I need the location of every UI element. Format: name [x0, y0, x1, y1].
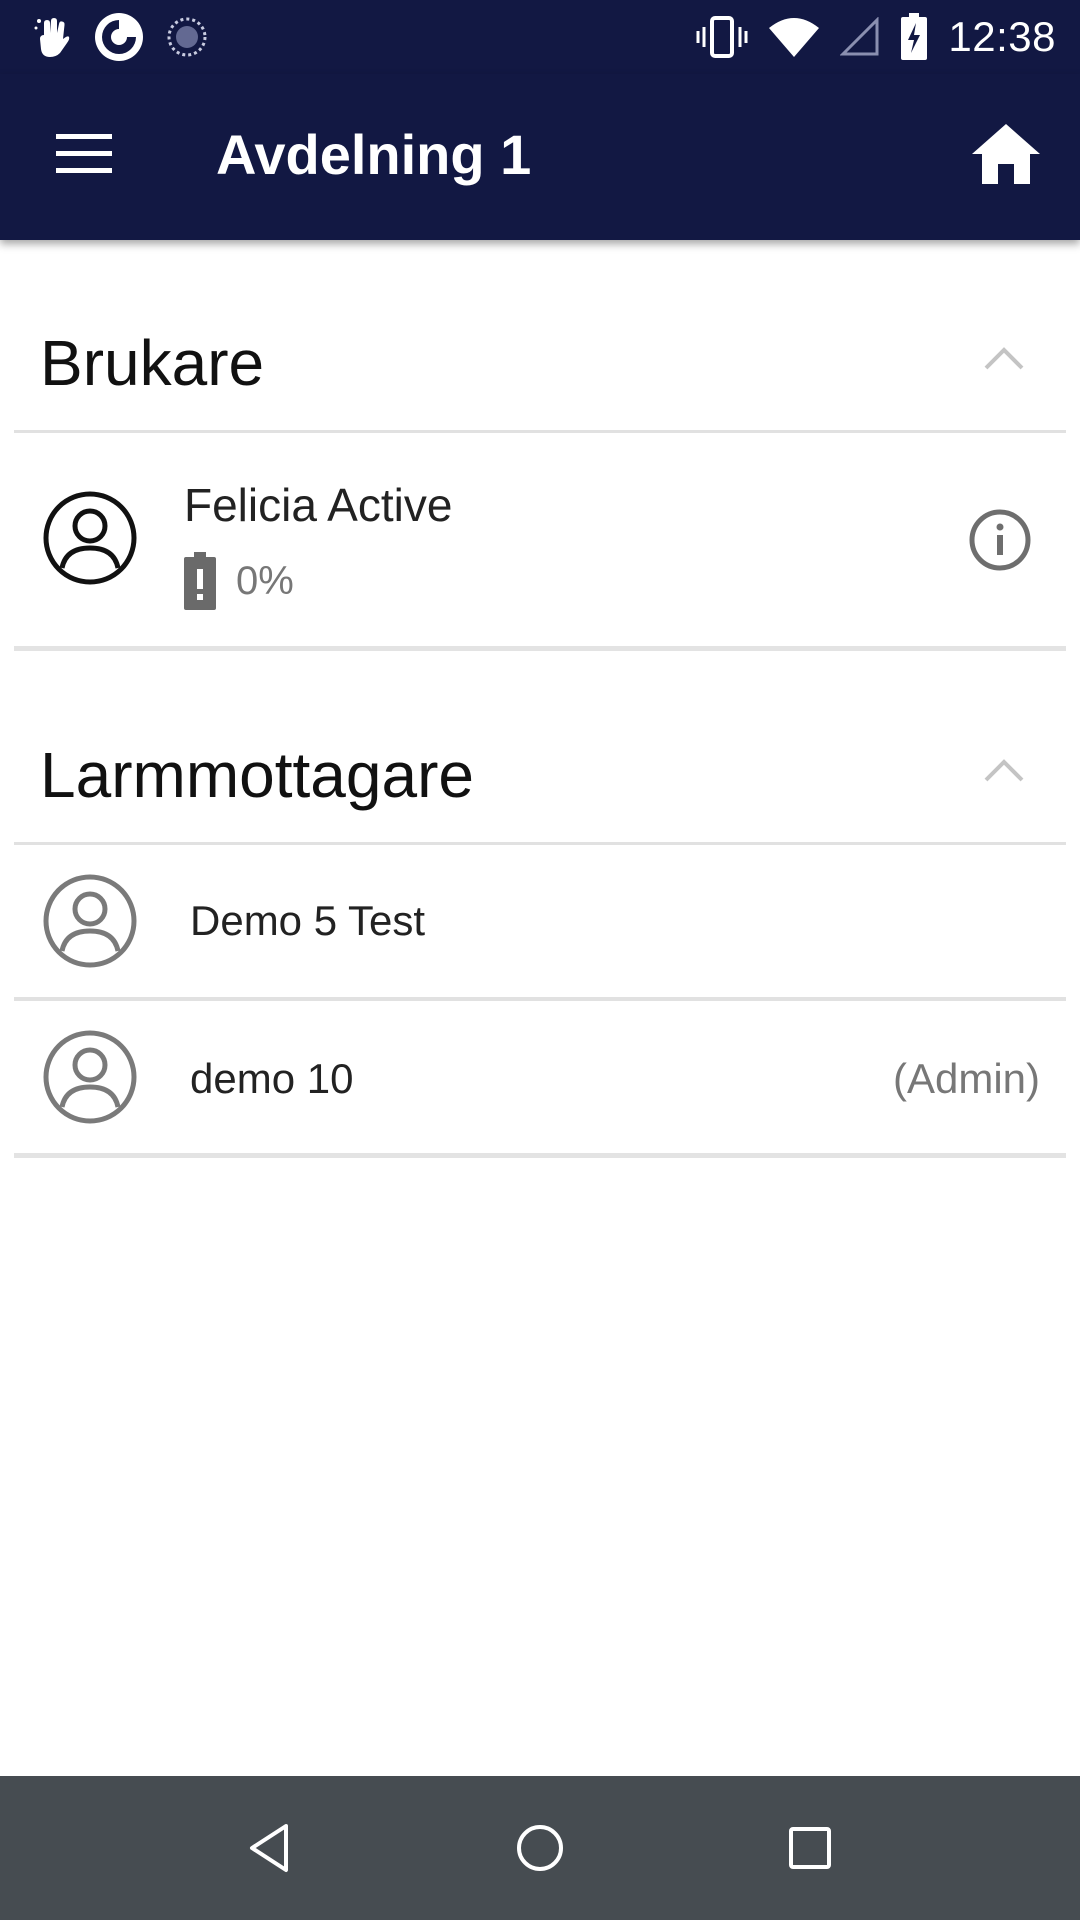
list-item-user[interactable]: Felicia Active 0% — [0, 434, 1080, 646]
status-bar: 12:38 — [0, 0, 1080, 74]
divider — [14, 430, 1066, 433]
role-badge: (Admin) — [892, 1055, 1040, 1102]
chevron-up-icon[interactable] — [980, 336, 1028, 384]
recents-icon[interactable] — [778, 1816, 842, 1880]
back-icon[interactable] — [238, 1816, 302, 1880]
status-left-icons — [34, 10, 208, 64]
avatar-icon — [43, 874, 137, 968]
divider — [14, 646, 1066, 651]
avatar-icon — [43, 491, 137, 585]
divider — [14, 1153, 1066, 1158]
recipient-name: demo 10 — [190, 1055, 354, 1102]
chevron-up-icon[interactable] — [980, 748, 1028, 796]
battery-status: 0% — [184, 552, 294, 610]
list-item-recipient[interactable]: demo 10 (Admin) — [0, 1001, 1080, 1153]
app-bar: Avdelning 1 — [0, 74, 1080, 240]
battery-percentage: 0% — [236, 558, 294, 603]
app-logo-icon — [95, 13, 143, 61]
section-header-brukare[interactable]: Brukare — [0, 300, 1080, 420]
list-item-recipient[interactable]: Demo 5 Test — [0, 845, 1080, 997]
user-name: Felicia Active — [184, 479, 453, 531]
system-nav-bar — [0, 1776, 1080, 1920]
wifi-icon — [769, 18, 820, 57]
status-time: 12:38 — [948, 13, 1056, 60]
recipient-name: Demo 5 Test — [190, 897, 425, 944]
avatar-icon — [43, 1030, 137, 1124]
section-title: Brukare — [40, 327, 265, 399]
info-icon[interactable] — [968, 508, 1032, 572]
battery-charging-icon — [901, 13, 928, 60]
home-nav-icon[interactable] — [508, 1816, 572, 1880]
sync-icon — [167, 17, 207, 57]
page-title: Avdelning 1 — [216, 123, 532, 186]
vibrate-icon — [696, 16, 748, 58]
battery-alert-icon — [184, 552, 216, 610]
hamburger-menu-icon[interactable] — [48, 124, 120, 184]
home-icon[interactable] — [968, 116, 1044, 192]
section-header-larmmottagare[interactable]: Larmmottagare — [0, 712, 1080, 832]
hand-gesture-icon — [34, 18, 70, 57]
signal-icon — [840, 17, 879, 56]
section-title: Larmmottagare — [40, 739, 474, 811]
status-right-icons: 12:38 — [696, 10, 1056, 64]
